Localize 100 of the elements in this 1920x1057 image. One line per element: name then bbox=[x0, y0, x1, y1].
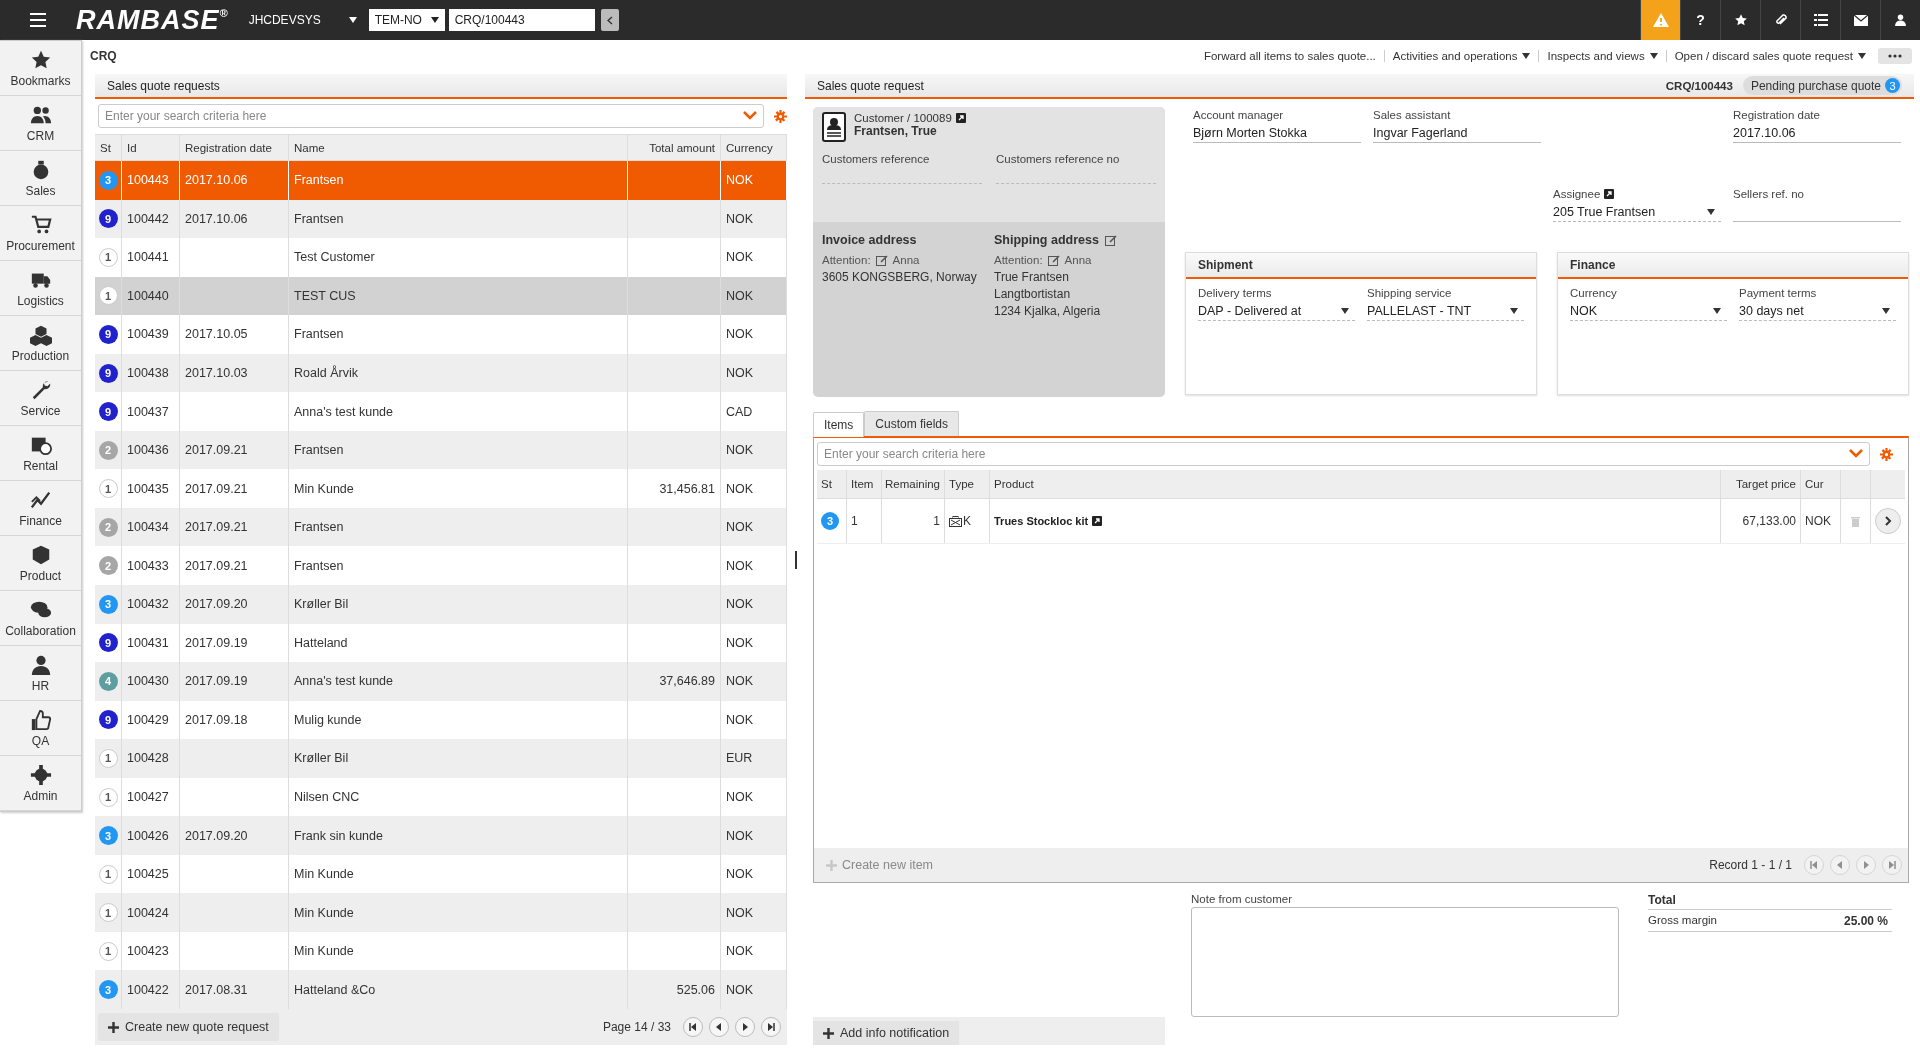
table-row[interactable]: 3 100422 2017.08.31 Hatteland &Co 525.06 NOK bbox=[95, 970, 787, 1010]
note-field[interactable] bbox=[1191, 907, 1619, 1017]
table-row[interactable]: 9 100438 2017.10.03 Roald Årvik NOK bbox=[95, 353, 787, 393]
dropdown-field[interactable]: PALLELAST - TNT bbox=[1367, 302, 1524, 321]
sidebar-item[interactable]: CRM bbox=[0, 96, 81, 151]
external-link-icon[interactable] bbox=[955, 113, 966, 123]
product-name[interactable]: Trues Stockloc kit bbox=[994, 515, 1089, 527]
sidebar-item[interactable]: Procurement bbox=[0, 206, 81, 261]
table-row[interactable]: 3 100426 2017.09.20 Frank sin kunde NOK bbox=[95, 816, 787, 855]
column-header[interactable]: St bbox=[817, 470, 847, 498]
open-row-button[interactable] bbox=[1875, 508, 1901, 534]
back-button[interactable] bbox=[600, 9, 619, 31]
cart-icon bbox=[29, 213, 52, 236]
edit-icon[interactable] bbox=[875, 255, 888, 266]
column-header[interactable]: Total amount bbox=[628, 135, 721, 160]
settings-icon[interactable] bbox=[774, 109, 787, 123]
column-header[interactable]: Currency bbox=[721, 135, 787, 160]
column-header[interactable]: Cur bbox=[1801, 470, 1841, 498]
table-cell: 100426 bbox=[122, 816, 180, 855]
company-select[interactable]: TEM-NO bbox=[368, 9, 445, 31]
table-row[interactable]: 2 100434 2017.09.21 Frantsen NOK bbox=[95, 507, 787, 547]
previous-page-button[interactable] bbox=[709, 1017, 729, 1037]
action-menu[interactable]: Open / discard sales quote request bbox=[1665, 50, 1874, 62]
caret-icon bbox=[1341, 308, 1349, 314]
table-cell: 100434 bbox=[122, 507, 180, 547]
sidebar-item[interactable]: Service bbox=[0, 371, 81, 426]
first-page-button[interactable] bbox=[683, 1017, 703, 1037]
column-header[interactable]: St bbox=[95, 135, 122, 160]
sidebar-item[interactable]: HR bbox=[0, 646, 81, 701]
sidebar-item[interactable]: QA bbox=[0, 701, 81, 756]
table-row[interactable]: 3 100432 2017.09.20 Krøller Bil NOK bbox=[95, 585, 787, 624]
column-header[interactable]: Name bbox=[289, 135, 628, 160]
table-row[interactable]: 1 100441 Test Customer NOK bbox=[95, 238, 787, 277]
sidebar-item[interactable]: Admin bbox=[0, 756, 81, 811]
edit-icon[interactable] bbox=[1047, 255, 1060, 266]
help-button[interactable]: ? bbox=[1680, 0, 1720, 40]
caret-icon bbox=[1510, 308, 1518, 314]
dropdown-field[interactable]: 30 days net bbox=[1739, 302, 1896, 321]
table-row[interactable]: 2 100436 2017.09.21 Frantsen NOK bbox=[95, 430, 787, 470]
table-row[interactable]: 9 100439 2017.10.05 Frantsen NOK bbox=[95, 315, 787, 354]
status-badge: 9 bbox=[98, 363, 118, 383]
text-field[interactable]: 2017.10.06 bbox=[1733, 124, 1901, 143]
action-menu[interactable]: Inspects and views bbox=[1538, 50, 1666, 62]
sidebar-item[interactable]: Sales bbox=[0, 151, 81, 206]
field-label: Registration date bbox=[1733, 109, 1820, 121]
status-badge: 1 bbox=[98, 286, 118, 306]
chevron-down-icon[interactable] bbox=[1849, 449, 1863, 459]
column-header[interactable]: Target price bbox=[1721, 470, 1801, 498]
action-menu[interactable]: Forward all items to sales quote... bbox=[1195, 50, 1384, 62]
column-header[interactable]: Type bbox=[945, 470, 990, 498]
table-row[interactable]: 1 100424 Min Kunde NOK bbox=[95, 893, 787, 932]
column-header[interactable]: Registration date bbox=[180, 135, 289, 160]
sidebar-item[interactable]: Bookmarks bbox=[0, 41, 81, 96]
more-button[interactable] bbox=[1878, 48, 1912, 64]
dropdown-field[interactable]: DAP - Delivered at bbox=[1198, 302, 1355, 321]
chevron-down-icon[interactable] bbox=[743, 111, 757, 121]
document-field[interactable]: CRQ/100443 bbox=[448, 9, 595, 31]
create-button[interactable]: Create new quote request bbox=[98, 1013, 279, 1041]
table-cell: 100436 bbox=[122, 430, 180, 470]
table-row[interactable]: 1 100435 2017.09.21 Min Kunde 31,456.81 NOK bbox=[95, 469, 787, 508]
column-header[interactable]: Product bbox=[990, 470, 1721, 498]
table-cell: Min Kunde bbox=[289, 469, 628, 508]
table-row[interactable]: 4 100430 2017.09.19 Anna's test kunde 37,646.89 NOK bbox=[95, 662, 787, 701]
table-row[interactable]: 1 100428 Krøller Bil EUR bbox=[95, 739, 787, 778]
text-field[interactable]: Ingvar Fagerland bbox=[1373, 124, 1541, 143]
edit-icon[interactable] bbox=[1104, 235, 1117, 246]
sidebar-item[interactable]: Product bbox=[0, 536, 81, 591]
tab[interactable]: Items bbox=[813, 412, 865, 437]
sidebar-item[interactable]: Finance bbox=[0, 481, 81, 536]
table-row[interactable]: 9 100437 Anna's test kunde CAD bbox=[95, 392, 787, 431]
sidebar-item[interactable]: Rental bbox=[0, 426, 81, 481]
external-link-icon[interactable] bbox=[1092, 516, 1103, 526]
column-header[interactable]: Item bbox=[847, 470, 882, 498]
splitter-handle[interactable] bbox=[795, 550, 797, 569]
kit-icon bbox=[949, 515, 962, 527]
column-header[interactable]: Remaining bbox=[882, 470, 945, 498]
address-line: True Frantsen bbox=[994, 269, 1070, 286]
last-page-button[interactable] bbox=[761, 1017, 781, 1037]
text-field[interactable]: Bjørn Morten Stokka bbox=[1193, 124, 1361, 143]
next-page-button[interactable] bbox=[735, 1017, 755, 1037]
table-row[interactable]: 9 100442 2017.10.06 Frantsen NOK bbox=[95, 199, 787, 239]
sidebar-item[interactable]: Production bbox=[0, 316, 81, 371]
add-info-button[interactable]: Add info notification bbox=[813, 1021, 960, 1045]
sidebar-item[interactable]: Collaboration bbox=[0, 591, 81, 646]
settings-icon[interactable] bbox=[1880, 447, 1893, 461]
external-link-icon[interactable] bbox=[1604, 188, 1615, 199]
menu-icon[interactable] bbox=[30, 13, 46, 27]
warning-icon[interactable] bbox=[1640, 0, 1680, 40]
action-menu[interactable]: Activities and operations bbox=[1383, 50, 1539, 62]
table-cell: NOK bbox=[721, 585, 787, 624]
skip-forward-icon bbox=[1888, 861, 1896, 869]
table-cell: Frantsen bbox=[289, 315, 628, 354]
dropdown-field[interactable]: 205 True Frantsen bbox=[1553, 202, 1721, 222]
status-badge: 2 bbox=[98, 517, 118, 537]
tab[interactable]: Custom fields bbox=[864, 411, 960, 436]
sidebar-item[interactable]: Logistics bbox=[0, 261, 81, 316]
status-badge: 4 bbox=[98, 671, 118, 691]
column-header[interactable]: Id bbox=[122, 135, 180, 160]
table-row[interactable]: 1 100440 TEST CUS NOK bbox=[95, 276, 787, 316]
dropdown-field[interactable]: NOK bbox=[1570, 302, 1727, 321]
